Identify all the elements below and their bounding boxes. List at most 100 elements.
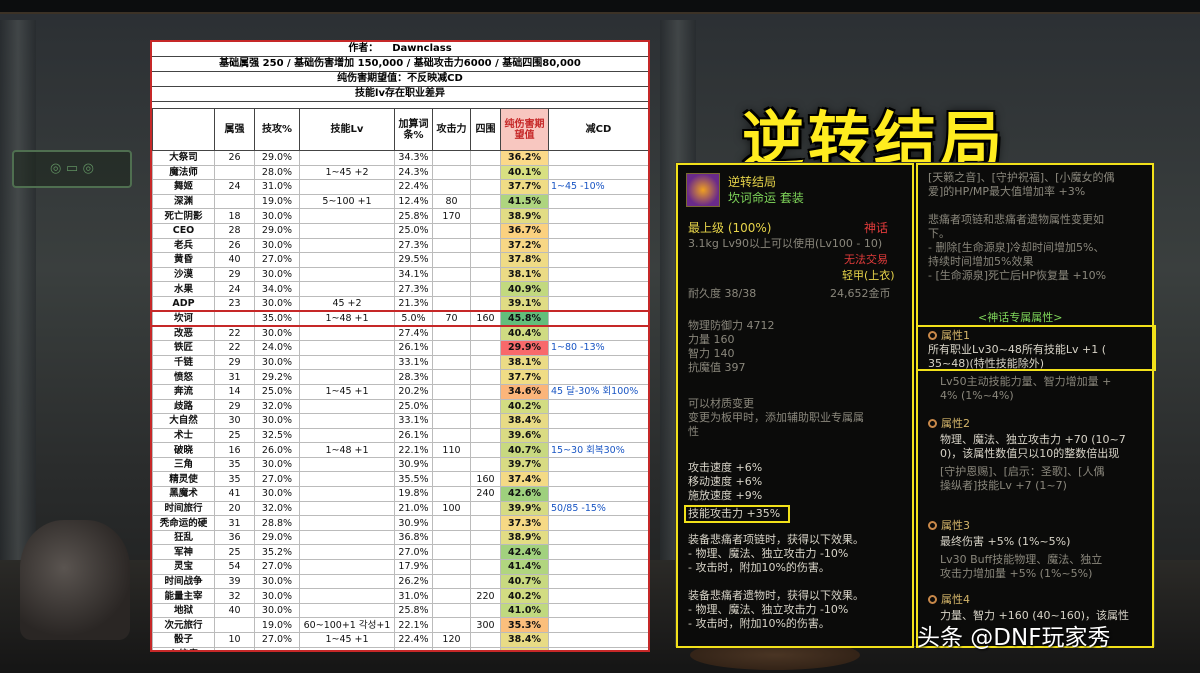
value-cell [470, 193, 501, 210]
table-row: 秃命运的硬 31 28.8% 30.9% 37.3% [152, 515, 648, 531]
column-header [152, 108, 215, 151]
value-cell: 39 [214, 573, 255, 590]
column-header: 加算词条% [394, 108, 433, 151]
cooldown-cell [548, 310, 648, 328]
value-cell [432, 588, 471, 604]
table-row: 坎诃 35.0% 1~48 +1 5.0% 70 160 45.8% [152, 310, 648, 328]
desc-line: 持续时间增加5%效果 [928, 255, 1034, 268]
value-cell [470, 295, 501, 312]
value-cell: 30.0% [254, 354, 300, 371]
class-name-cell: 地狱 [152, 602, 215, 619]
value-cell [470, 544, 501, 561]
value-cell [432, 486, 471, 502]
pure-damage-cell: 40.7% [500, 573, 549, 590]
cooldown-cell [548, 281, 648, 297]
speed-line: 攻击速度 +6% [688, 461, 763, 474]
value-cell [299, 500, 395, 517]
value-cell: 34.1% [394, 266, 433, 283]
class-name-cell: 坎诃 [152, 310, 215, 328]
value-cell: 1~48 +1 [299, 310, 395, 328]
effect-line: 装备悲痛者遗物时，获得以下效果。 [688, 589, 864, 602]
value-cell: 30.0% [254, 295, 300, 312]
value-cell [432, 237, 471, 254]
pure-damage-cell: 41.5% [500, 193, 549, 210]
class-name-cell: 舞姬 [152, 179, 215, 195]
pure-damage-cell: 41.4% [500, 559, 549, 575]
class-name-cell: 大祭司 [152, 150, 215, 166]
value-cell [470, 500, 501, 517]
value-cell: 120 [432, 632, 471, 648]
value-cell: 19.0% [254, 617, 300, 633]
value-cell: 22.1% [394, 617, 433, 633]
pure-damage-cell: 39.6% [500, 427, 549, 444]
value-cell: 25.8% [394, 208, 433, 224]
class-name-cell: 深渊 [152, 193, 215, 210]
value-cell: 27.0% [254, 471, 300, 488]
cooldown-cell [548, 544, 648, 561]
value-cell: 30.0% [254, 588, 300, 604]
class-name-cell: 次元旅行 [152, 617, 215, 633]
class-name-cell: CEO [152, 222, 215, 239]
value-cell [470, 281, 501, 297]
table-row: 水果 24 34.0% 27.3% 40.9% [152, 281, 648, 297]
value-cell: 31 [214, 369, 255, 385]
value-cell [299, 398, 395, 415]
value-cell: 20 [214, 500, 255, 517]
pure-damage-cell: 41.0% [500, 602, 549, 619]
pure-damage-cell: 38.1% [500, 266, 549, 283]
value-cell: 29.2% [254, 369, 300, 385]
value-cell [432, 398, 471, 415]
desc-line: - 删除[生命源泉]冷却时间增加5%、 [928, 241, 1105, 254]
attr-line: 物理、魔法、独立攻击力 +70 (10~7 [940, 433, 1126, 446]
column-header: 四围 [470, 108, 501, 151]
value-cell [432, 544, 471, 561]
pure-damage-cell: 45.8% [500, 310, 549, 328]
class-name-cell: 大自然 [152, 413, 215, 429]
cooldown-cell [548, 456, 648, 473]
value-cell [299, 252, 395, 268]
value-cell: 24 [214, 179, 255, 195]
table-row: 舞姬 24 31.0% 22.4% 37.7% 1~45 -10% [152, 179, 648, 195]
value-cell [432, 325, 471, 342]
cooldown-cell [548, 398, 648, 415]
value-cell [470, 354, 501, 371]
comparison-spreadsheet: 作者： Dawnclass 基础属强 250 / 基础伤害增加 150,000 … [150, 40, 650, 652]
value-cell: 31 [214, 515, 255, 531]
attr-line: 4% (1%~4%) [940, 389, 1014, 402]
attribute3-text: 最终伤害 +5% (1%~5%) [940, 535, 1071, 548]
watermark: 头条 @DNF玩家秀 [917, 625, 1111, 651]
table-row: 愤怒 31 29.2% 28.3% 37.7% [152, 369, 648, 385]
stat-list: 物理防御力 4712 力量 160 智力 140 抗魔值 397 [688, 319, 775, 375]
item-name: 逆转结局 [728, 175, 777, 189]
value-cell [432, 515, 471, 531]
class-name-cell: 时间战争 [152, 573, 215, 590]
value-cell [299, 281, 395, 297]
pure-damage-cell: 37.8% [500, 252, 549, 268]
value-cell [470, 529, 501, 546]
attribute-bullet-icon [928, 595, 937, 604]
table-row: 深渊 19.0% 5~100 +1 12.4% 80 41.5% [152, 193, 648, 210]
note-line: 爱]的HP/MP最大值增加率 +3% [928, 185, 1086, 198]
value-cell: 60~100+1 각성+1 [299, 617, 395, 633]
attr-line: 0)，该属性数值只以10的整数倍出现 [940, 447, 1120, 460]
table-row: 军神 25 35.2% 27.0% 42.4% [152, 544, 648, 561]
value-cell: 160 [470, 471, 501, 488]
tooltip-left-panel: 逆转结局 坎诃命运 套装 最上级 (100%) 神话 3.1kg Lv90以上可… [676, 163, 914, 648]
value-cell: 40 [214, 646, 255, 650]
value-cell: 18 [214, 208, 255, 224]
value-cell: 25.0% [254, 383, 300, 400]
material-line: 可以材质变更 [688, 397, 754, 410]
item-set: 坎诃命运 套装 [728, 191, 804, 205]
cooldown-cell: 50/85 -15% [548, 500, 648, 517]
cooldown-cell [548, 559, 648, 575]
value-cell: 1~45 +2 [299, 164, 395, 181]
value-cell: 25.0% [394, 222, 433, 239]
value-cell [299, 179, 395, 195]
value-cell: 12.4% [394, 193, 433, 210]
value-cell [470, 340, 501, 356]
item-tooltip: 逆转结局 坎诃命运 套装 最上级 (100%) 神话 3.1kg Lv90以上可… [675, 162, 1156, 648]
cooldown-cell [548, 413, 648, 429]
value-cell: 27.3% [394, 237, 433, 254]
table-row: 沙漠 29 30.0% 34.1% 38.1% [152, 266, 648, 283]
value-cell: 27.0% [394, 544, 433, 561]
